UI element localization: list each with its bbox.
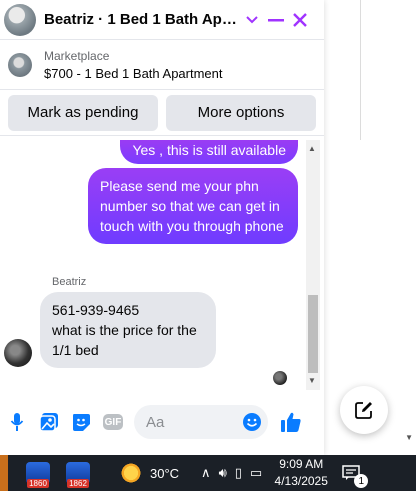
outgoing-message: Yes , this is still available xyxy=(120,140,298,164)
speaker-icon[interactable]: 🔊︎ xyxy=(219,465,227,481)
weather-widget[interactable]: 30°C xyxy=(120,462,179,484)
listing-source: Marketplace xyxy=(44,48,110,63)
read-receipt-avatar xyxy=(273,371,287,385)
system-tray: ∧ 🔊︎ ▯ ▭ xyxy=(201,465,262,481)
weather-temperature: 30°C xyxy=(150,465,180,481)
taskbar-edge-app[interactable] xyxy=(0,455,8,491)
scroll-down-arrow[interactable]: ▼ xyxy=(308,376,316,385)
mark-as-pending-button[interactable]: Mark as pending xyxy=(8,94,158,131)
incoming-message: 561-939-9465 what is the price for the 1… xyxy=(40,292,216,368)
listing-thumbnail xyxy=(8,52,32,77)
outgoing-message: Please send me your phn number so that w… xyxy=(88,168,298,244)
background-divider xyxy=(360,0,361,140)
scroll-up-arrow[interactable]: ▲ xyxy=(308,144,316,153)
compose-icon xyxy=(355,402,372,419)
app-badge: 1860 xyxy=(27,479,49,488)
clock-date: 4/13/2025 xyxy=(274,474,328,488)
message-list: Yes , this is still available Please sen… xyxy=(0,140,324,390)
more-options-button[interactable]: More options xyxy=(166,94,316,131)
sender-avatar[interactable] xyxy=(4,339,32,367)
message-composer: GIF xyxy=(0,400,324,444)
sun-icon xyxy=(120,462,142,484)
scrollbar-thumb[interactable] xyxy=(308,295,318,373)
microphone-icon[interactable] xyxy=(6,411,28,433)
background-scroll-down-arrow[interactable]: ▼ xyxy=(405,433,413,442)
message-scrollbar[interactable]: ▲ ▼ xyxy=(306,140,320,390)
minimize-icon[interactable] xyxy=(264,8,288,32)
windows-taskbar: 1860 1862 30°C ∧ 🔊︎ ▯ ▭ 9:09 AM 4/13/202… xyxy=(0,455,416,491)
taskbar-app[interactable]: 1860 xyxy=(18,455,58,491)
incoming-message-line: what is the price for the 1/1 bed xyxy=(52,322,197,358)
taskbar-app[interactable]: 1862 xyxy=(58,455,98,491)
message-input-wrapper xyxy=(134,405,268,439)
sender-name: Beatriz xyxy=(52,276,87,288)
sticker-icon[interactable] xyxy=(70,411,92,433)
chat-title[interactable]: Beatriz · 1 Bed 1 Bath Apartment xyxy=(44,11,240,28)
notification-center[interactable]: 1 xyxy=(340,462,369,488)
listing-summary: $700 - 1 Bed 1 Bath Apartment xyxy=(44,65,223,81)
listing-actions: Mark as pending More options xyxy=(0,90,324,136)
close-icon[interactable] xyxy=(288,8,312,32)
network-icon[interactable]: ▭ xyxy=(250,465,262,481)
messenger-chat-window: Beatriz · 1 Bed 1 Bath Apartment Marketp… xyxy=(0,0,324,455)
chat-header: Beatriz · 1 Bed 1 Bath Apartment xyxy=(0,0,324,40)
incoming-message-line: 561-939-9465 xyxy=(52,302,140,318)
emoji-icon[interactable] xyxy=(242,412,262,432)
battery-icon[interactable]: ▯ xyxy=(235,465,242,481)
app-badge: 1862 xyxy=(67,479,89,488)
new-message-button[interactable] xyxy=(340,386,388,434)
clock-time: 9:09 AM xyxy=(279,457,324,471)
chevron-down-icon[interactable] xyxy=(240,8,264,32)
notification-count: 1 xyxy=(354,474,369,488)
taskbar-clock[interactable]: 9:09 AM 4/13/2025 xyxy=(272,456,330,490)
marketplace-listing[interactable]: Marketplace $700 - 1 Bed 1 Bath Apartmen… xyxy=(0,40,324,90)
message-input[interactable] xyxy=(146,413,242,431)
photo-icon[interactable] xyxy=(38,411,60,433)
gif-label: GIF xyxy=(103,414,123,430)
chevron-up-icon[interactable]: ∧ xyxy=(201,465,211,481)
thumbs-up-icon[interactable] xyxy=(280,411,302,433)
contact-avatar[interactable] xyxy=(4,3,36,36)
gif-icon[interactable]: GIF xyxy=(102,411,124,433)
